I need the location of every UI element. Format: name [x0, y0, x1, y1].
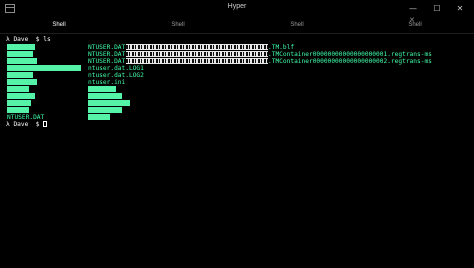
redaction-scribble: [126, 58, 268, 64]
prompt-line: λ Dave $ ls: [6, 36, 51, 43]
file-entry: NTUSER.DAT: [88, 44, 126, 51]
title-bar[interactable]: Hyper — ☐ ✕: [0, 0, 474, 17]
hyper-window: Hyper — ☐ ✕ Shell Shell Shell Shell ✕ λ …: [0, 0, 474, 268]
dir-entry-block: [7, 107, 29, 113]
file-entry: .TMContainer00000000000000000001.regtran…: [268, 51, 432, 58]
dir-entry-block: [88, 86, 116, 92]
dir-entry-block: [7, 79, 37, 85]
tab-shell-4[interactable]: Shell: [356, 17, 474, 33]
dir-entry-block: [7, 58, 37, 64]
dir-entry-block: [88, 114, 110, 120]
redaction-scribble: [126, 51, 268, 57]
prompt-line[interactable]: λ Dave $: [6, 121, 48, 128]
minimize-button[interactable]: —: [402, 1, 424, 16]
dir-entry-block: [7, 51, 33, 57]
dir-entry-block: [7, 86, 29, 92]
tab-shell-3[interactable]: Shell: [238, 17, 356, 33]
close-window-button[interactable]: ✕: [449, 1, 471, 16]
dir-entry-block: [7, 72, 33, 78]
dir-entry-block: [7, 44, 35, 50]
cursor: [43, 121, 48, 127]
tab-shell-1[interactable]: Shell: [0, 17, 118, 33]
dir-entry-block: [7, 100, 31, 106]
redaction-scribble: [126, 44, 268, 50]
file-entry: .TMContainer00000000000000000002.regtran…: [268, 58, 432, 65]
file-entry: NTUSER.DAT: [88, 51, 126, 58]
maximize-button[interactable]: ☐: [426, 1, 448, 16]
file-entry: NTUSER.DAT: [88, 58, 126, 65]
file-entry: ntuser.ini: [88, 79, 126, 86]
dir-entry-block: [7, 65, 81, 71]
file-entry: ntuser.dat.LOG1: [88, 65, 144, 72]
tab-bar: Shell Shell Shell Shell: [0, 17, 474, 33]
file-entry: NTUSER.DAT: [7, 114, 45, 121]
tab-close-icon[interactable]: ✕: [409, 16, 415, 24]
dir-entry-block: [88, 93, 122, 99]
dir-entry-block: [7, 93, 35, 99]
dir-entry-block: [88, 100, 130, 106]
tab-shell-2[interactable]: Shell: [119, 17, 237, 33]
terminal-output[interactable]: λ Dave $ ls NTUSER.DAT NTUSER.DAT .TM.bl…: [0, 33, 474, 268]
dir-entry-block: [88, 107, 122, 113]
file-entry: .TM.blf: [268, 44, 295, 51]
file-entry: ntuser.dat.LOG2: [88, 72, 144, 79]
prompt-text: λ Dave $: [6, 121, 44, 128]
